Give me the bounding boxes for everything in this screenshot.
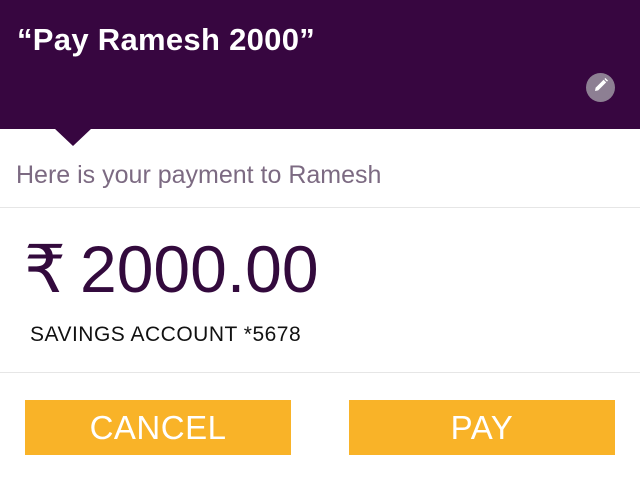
payment-confirmation-screen: “Pay Ramesh 2000” Here is your payment t… [0,0,640,477]
cancel-button[interactable]: CANCEL [25,400,291,455]
payment-message: Here is your payment to Ramesh [16,161,382,189]
amount-value: 2000.00 [80,232,319,306]
voice-command-text: “Pay Ramesh 2000” [17,22,316,57]
edit-button[interactable] [586,73,615,102]
pay-button[interactable]: PAY [349,400,615,455]
divider [0,372,640,373]
header: “Pay Ramesh 2000” [0,0,640,129]
divider [0,207,640,208]
speech-pointer [54,128,92,146]
currency-symbol: ₹ [24,232,66,306]
source-account: SAVINGS ACCOUNT *5678 [30,323,302,346]
payment-amount: ₹2000.00 [24,230,319,308]
pencil-icon [593,77,609,98]
